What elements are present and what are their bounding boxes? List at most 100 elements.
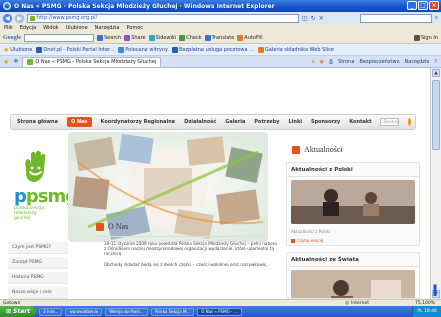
page-scrollbar[interactable]: ▲ ▼ [430, 68, 441, 299]
google-sign-in-button[interactable]: Sign In [413, 34, 438, 41]
security-zone[interactable]: ◍ Internet [345, 301, 369, 306]
menu-edit[interactable]: Edycja [20, 25, 37, 31]
favorite-link[interactable]: Galeria składnika Web Slice [257, 46, 334, 53]
menu-file[interactable]: Plik [4, 25, 13, 31]
nav-links[interactable]: Linki [288, 119, 302, 125]
submenu-board[interactable]: Zarząd PSMG [8, 257, 68, 269]
onet-icon [36, 46, 43, 53]
ie-icon [118, 46, 125, 53]
search-icon [97, 34, 103, 41]
close-button[interactable]: × [429, 1, 439, 10]
window-title-bar[interactable]: e O Nas « PSMG · Polska Sekcja Młodzieży… [0, 0, 441, 12]
windows-logo-icon: ⊞ [6, 308, 12, 315]
site-search-input[interactable]: Szukaj [380, 118, 400, 126]
minimize-button[interactable]: _ [407, 1, 417, 10]
search-go-button[interactable] [408, 118, 411, 126]
search-icon[interactable]: ⌕ [435, 14, 438, 22]
system-tray[interactable]: PL 18:46 [412, 306, 441, 317]
tab-row: ★ ✚ O Nas « PSMG - Polska Sekcja Młodzie… [0, 56, 441, 68]
google-share-button[interactable]: Share [124, 34, 146, 41]
maximize-button[interactable]: □ [418, 1, 428, 10]
nav-activities[interactable]: Działalność [184, 119, 216, 125]
news-title: Aktualności [304, 145, 343, 154]
favorites-center-icon[interactable]: ★ [3, 58, 9, 66]
back-button[interactable]: ◀ [3, 13, 12, 23]
command-tools[interactable]: Narzędzia [405, 59, 430, 65]
star-icon: ★ [3, 45, 10, 54]
tab-active[interactable]: O Nas « PSMG - Polska Sekcja Młodzieży G… [22, 56, 162, 67]
address-actions: ◫ ↻ ✕ [302, 15, 324, 22]
print-icon[interactable]: ⎙ [329, 59, 333, 65]
hand-logo-icon [25, 150, 46, 182]
live-search-input[interactable] [359, 13, 432, 23]
submenu-what-is-psmg[interactable]: Czym jest PSMG? [8, 242, 68, 254]
compatibility-icon[interactable]: ◫ [302, 15, 308, 22]
google-search-button[interactable]: Search [97, 34, 121, 41]
news-poland-photo[interactable] [291, 180, 415, 224]
nav-sponsors[interactable]: Sponsorzy [311, 119, 340, 125]
text-cursor-icon: I [432, 281, 438, 300]
start-button[interactable]: ⊞ Start [0, 306, 37, 317]
window-controls: _ □ × [407, 1, 439, 10]
favorite-link[interactable]: Onet.pl - Polski Portal Inter... [36, 46, 114, 53]
nav-needs[interactable]: Potrzeby [254, 119, 279, 125]
google-search-input[interactable] [24, 33, 94, 42]
feeds-icon[interactable]: ◉ [320, 59, 324, 65]
command-bar: ⌂ ◉ ⎙ Strona Bezpieczeństwo Narzędzia ? [311, 59, 441, 65]
taskbar-item[interactable]: Wersja do Pami... [105, 307, 148, 316]
windows-taskbar: ⊞ Start 3 Inte... wprowadzenie Wersja do… [0, 306, 441, 317]
scroll-up-arrow[interactable]: ▲ [432, 69, 440, 77]
google-sidewiki-button[interactable]: Sidewiki [148, 34, 176, 41]
news-world-photo[interactable] [291, 270, 415, 298]
nav-home[interactable]: Strona główna [17, 119, 58, 125]
favorite-link[interactable]: Polecane witryny [118, 46, 168, 53]
news-heading: Aktualności [292, 145, 343, 154]
taskbar-item-active[interactable]: O Nas « PSMG - ... [197, 307, 242, 316]
page-icon [30, 15, 35, 21]
menu-favorites[interactable]: Ulubione [66, 25, 88, 31]
news-world-title[interactable]: Aktualności ze Świata [287, 253, 419, 267]
google-autofill-button[interactable]: AutoFill [237, 34, 263, 41]
menu-tools[interactable]: Narzędzia [95, 25, 120, 31]
forward-button[interactable]: ▶ [15, 13, 24, 23]
stop-icon[interactable]: ✕ [319, 15, 324, 22]
favorite-link[interactable]: Bezpłatna usługa pocztowa ... [172, 46, 254, 53]
psmg-logo[interactable]: ppsmg polska sekcja młodzieży głuchej [14, 150, 78, 250]
favorites-button[interactable]: ★ Ulubione [3, 46, 32, 54]
news-poland-caption: Aktualności z Polski [291, 229, 331, 234]
news-photo-image [291, 180, 415, 224]
news-poland-title[interactable]: Aktualności z Polski [287, 163, 419, 177]
google-translate-button[interactable]: Translate [204, 34, 234, 41]
about-submenu: Czym jest PSMG? Zarząd PSMG Historia PSM… [8, 242, 68, 302]
help-icon[interactable]: ? [434, 59, 437, 65]
favorites-bar: ★ Ulubione Onet.pl - Polski Portal Inter.… [0, 44, 441, 56]
menu-view[interactable]: Widok [43, 25, 58, 31]
home-icon[interactable]: ⌂ [311, 59, 314, 65]
google-check-button[interactable]: Check [179, 34, 202, 41]
page-icon [27, 59, 34, 65]
submenu-vision[interactable]: Nasze wizje i cele [8, 287, 68, 299]
nav-coordinators[interactable]: Koordynatorzy Regionalne [101, 119, 176, 125]
news-photo-image [291, 270, 415, 298]
globe-icon: ◍ [345, 300, 350, 306]
about-heading: O Nas [96, 222, 128, 231]
command-page[interactable]: Strona [338, 59, 354, 65]
zoom-level[interactable]: 75,100% [415, 301, 435, 306]
command-safety[interactable]: Bezpieczeństwo [359, 59, 399, 65]
nav-gallery[interactable]: Galeria [225, 119, 245, 125]
read-more-link[interactable]: Czytaj więcej [287, 236, 419, 245]
news-poland-box: Aktualności z Polski Aktualności z Polsk… [286, 162, 420, 246]
menu-help[interactable]: Pomoc [126, 25, 143, 31]
scroll-thumb[interactable] [432, 80, 440, 150]
refresh-icon[interactable]: ↻ [311, 15, 316, 22]
logo-subtitle: polska sekcja młodzieży głuchej [14, 206, 45, 221]
site-navigation: Strona główna O Nas Koordynatorzy Region… [10, 114, 416, 130]
nav-contact[interactable]: Kontakt [349, 119, 371, 125]
taskbar-item[interactable]: 3 Inte... [39, 307, 63, 316]
taskbar-item[interactable]: wprowadzenie [65, 307, 103, 316]
taskbar-item[interactable]: Polska Sekcja M... [150, 307, 195, 316]
submenu-history[interactable]: Historia PSMG [8, 272, 68, 284]
url-field[interactable]: http://www.psmg.org.pl/ [27, 13, 299, 23]
nav-about[interactable]: O Nas [67, 117, 92, 127]
add-favorite-icon[interactable]: ✚ [13, 58, 18, 65]
